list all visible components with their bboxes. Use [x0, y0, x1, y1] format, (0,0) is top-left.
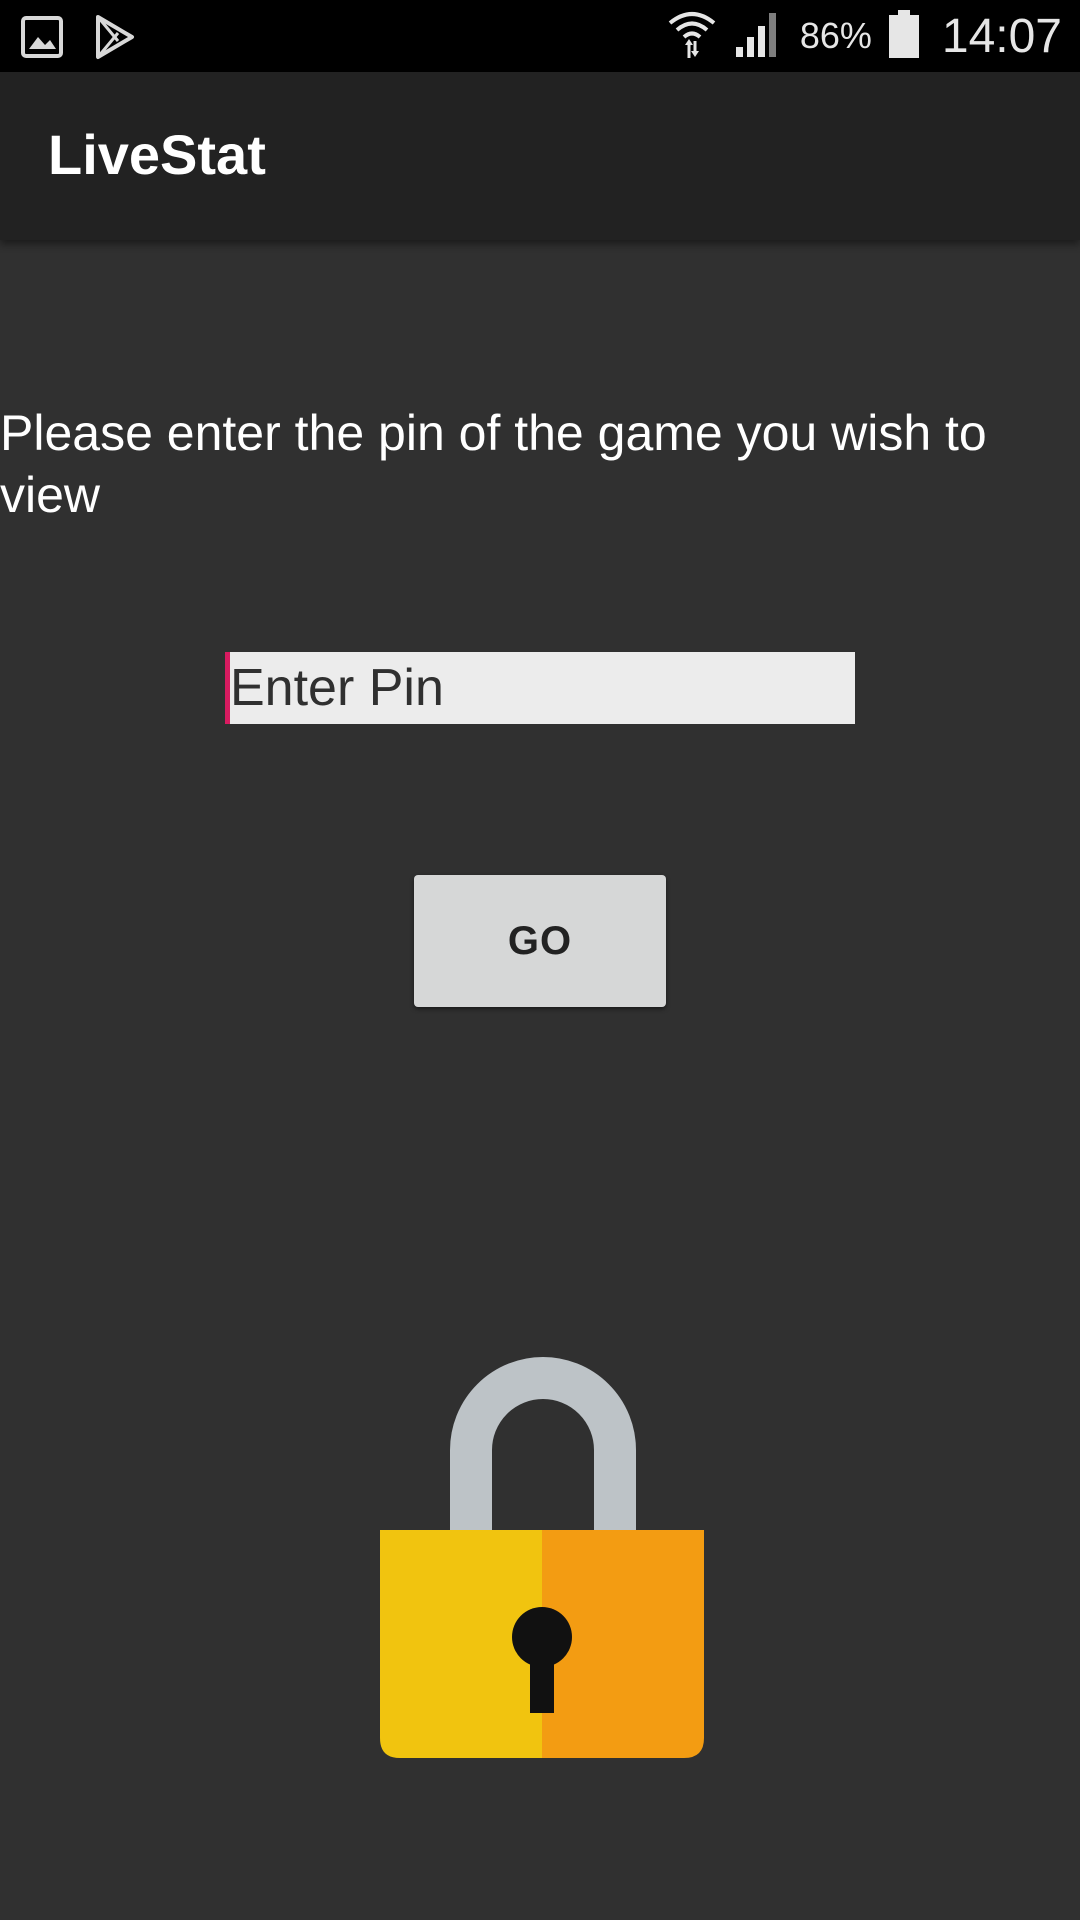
pin-input[interactable]	[225, 652, 855, 724]
play-store-icon	[94, 14, 136, 65]
app-bar: LiveStat	[0, 72, 1080, 240]
battery-icon	[888, 9, 920, 64]
pin-prompt: Please enter the pin of the game you wis…	[0, 405, 987, 523]
signal-icon	[734, 9, 784, 64]
battery-percent: 86%	[799, 15, 872, 56]
go-button[interactable]: GO	[414, 875, 666, 1007]
wifi-icon	[666, 7, 718, 66]
gallery-icon	[20, 15, 64, 64]
app-title: LiveStat	[48, 123, 266, 186]
status-clock: 14:07	[941, 9, 1062, 63]
status-bar-system: 86% 14:07	[666, 8, 1062, 64]
status-bar: 86% 14:07	[0, 0, 1080, 72]
status-bar-notifications	[20, 14, 136, 65]
padlock-icon	[378, 1340, 708, 1765]
